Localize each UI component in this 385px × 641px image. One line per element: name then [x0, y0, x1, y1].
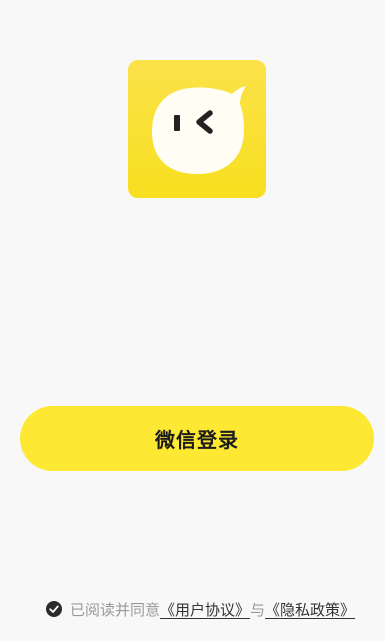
wechat-login-button[interactable]: 微信登录 — [20, 406, 374, 471]
chat-bubble-face-icon — [152, 86, 246, 174]
app-logo — [128, 60, 266, 198]
user-agreement-link[interactable]: 《用户协议》 — [160, 599, 250, 620]
wechat-login-label: 微信登录 — [155, 430, 239, 452]
check-circle-icon[interactable] — [46, 601, 62, 617]
agreement-row: 已阅读并同意 《用户协议》 与 《隐私政策》 — [46, 598, 355, 620]
agreement-connector: 与 — [250, 600, 266, 619]
privacy-policy-link[interactable]: 《隐私政策》 — [265, 599, 355, 620]
agreement-prefix: 已阅读并同意 — [70, 600, 161, 619]
